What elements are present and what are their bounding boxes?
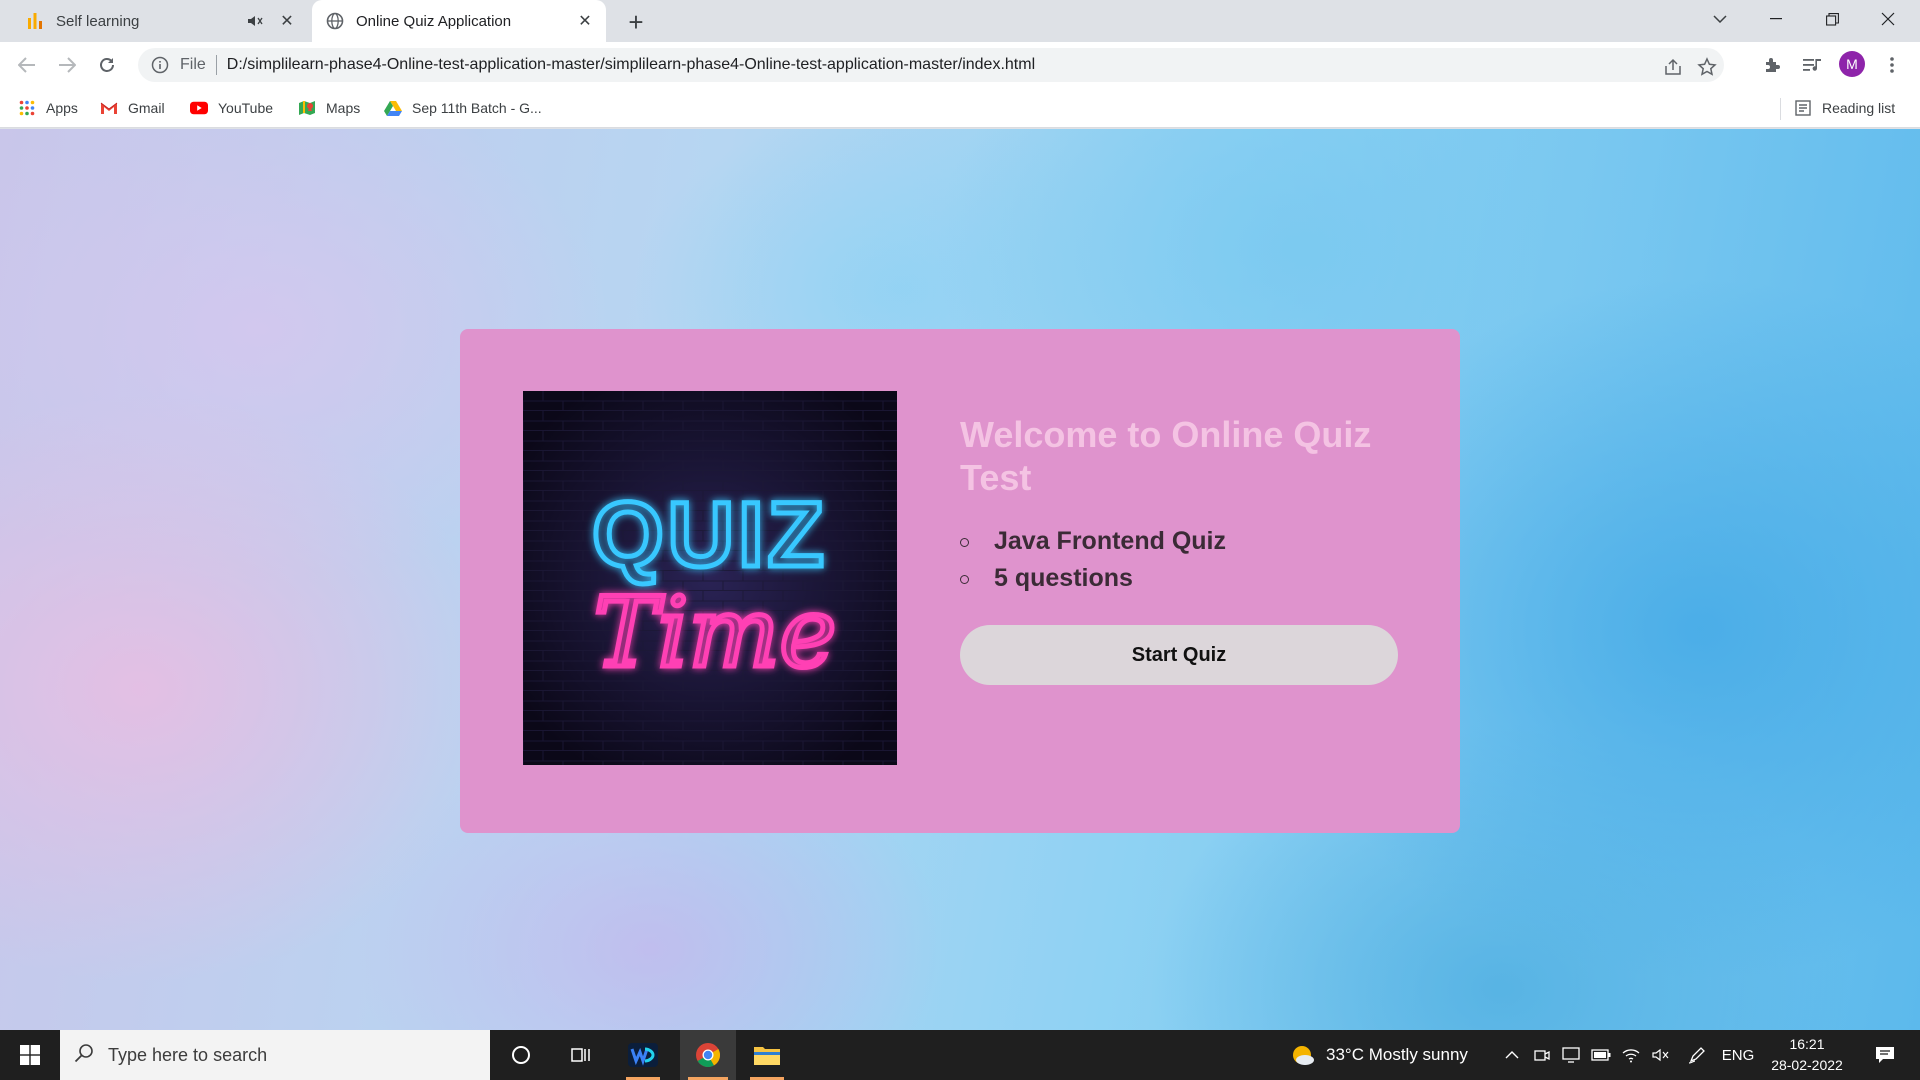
pen-ink-icon[interactable]: [1682, 1030, 1712, 1080]
close-tab-icon[interactable]: ✕: [276, 10, 298, 32]
bookmark-label: Maps: [326, 100, 361, 116]
site-info-icon[interactable]: [150, 55, 170, 75]
bookmark-star-icon[interactable]: [1694, 54, 1720, 80]
notifications-icon[interactable]: [1862, 1030, 1908, 1080]
welcome-card: QUIZ Time Welcome to Online Quiz Test Ja…: [460, 329, 1460, 833]
tab-search-chevron-icon[interactable]: [1692, 0, 1748, 38]
extensions-puzzle-icon[interactable]: [1757, 50, 1787, 80]
apps-grid-icon: [18, 99, 36, 117]
bookmark-youtube[interactable]: YouTube: [190, 97, 273, 119]
drive-icon: [384, 99, 402, 117]
quiz-info-item: Java Frontend Quiz: [960, 523, 1226, 560]
close-window-icon[interactable]: [1860, 0, 1916, 38]
close-tab-icon[interactable]: ✕: [574, 10, 596, 32]
cortana-icon[interactable]: [496, 1030, 546, 1080]
search-icon: [74, 1043, 94, 1068]
webex-app-icon[interactable]: [618, 1030, 668, 1080]
mute-tab-icon[interactable]: [244, 10, 266, 32]
question-count: 5 questions: [994, 564, 1133, 592]
windows-taskbar: Type here to search 33°C Mostly sunny EN…: [0, 1030, 1920, 1080]
tab-strip: Self learning ✕ Online Quiz Application …: [0, 0, 1920, 42]
tab-online-quiz[interactable]: Online Quiz Application ✕: [312, 0, 606, 42]
back-icon[interactable]: [12, 50, 42, 80]
maps-icon: [298, 99, 316, 117]
task-view-icon[interactable]: [556, 1030, 606, 1080]
search-placeholder: Type here to search: [108, 1044, 268, 1065]
language-indicator[interactable]: ENG: [1718, 1030, 1758, 1080]
more-menu-icon[interactable]: [1877, 50, 1907, 80]
weather-widget[interactable]: 33°C Mostly sunny: [1290, 1030, 1490, 1080]
clock-date: 28-02-2022: [1771, 1057, 1843, 1073]
reading-list-button[interactable]: Reading list: [1794, 97, 1895, 119]
reading-list-label: Reading list: [1822, 100, 1896, 116]
bookmark-apps[interactable]: Apps: [18, 97, 78, 119]
file-explorer-icon[interactable]: [742, 1030, 792, 1080]
tab-self-learning[interactable]: Self learning ✕: [14, 0, 308, 42]
url-scheme-label: File: [180, 56, 206, 73]
clock-time: 16:21: [1789, 1036, 1825, 1052]
gmail-icon: [100, 99, 118, 117]
bookmark-label: YouTube: [218, 100, 274, 116]
bookmark-label: Gmail: [128, 100, 165, 116]
globe-icon: [326, 12, 344, 30]
weather-text: 33°C Mostly sunny: [1326, 1045, 1468, 1064]
reading-list-icon: [1794, 99, 1812, 117]
profile-avatar[interactable]: M: [1839, 51, 1865, 77]
new-tab-plus-icon[interactable]: +: [622, 7, 650, 37]
youtube-icon: [190, 99, 208, 117]
browser-toolbar: File D:/simplilearn-phase4-Online-test-a…: [0, 42, 1920, 88]
reload-icon[interactable]: [92, 50, 122, 80]
bookmarks-divider: [1780, 98, 1781, 120]
tab-title: Online Quiz Application: [356, 12, 512, 30]
quiz-word: QUIZ: [592, 484, 828, 586]
windows-start-icon[interactable]: [0, 1030, 60, 1080]
minimize-icon[interactable]: [1748, 0, 1804, 38]
welcome-title: Welcome to Online Quiz Test: [960, 414, 1372, 498]
url-text[interactable]: D:/simplilearn-phase4-Online-test-applic…: [227, 56, 1035, 74]
taskbar-search-box[interactable]: Type here to search: [60, 1030, 490, 1080]
meet-now-icon[interactable]: [1530, 1030, 1554, 1080]
bookmark-label: Sep 11th Batch - G...: [412, 100, 542, 116]
time-word: Time: [594, 577, 837, 689]
media-queue-icon[interactable]: [1797, 50, 1827, 80]
show-hidden-icons-chevron-icon[interactable]: [1500, 1030, 1524, 1080]
quiz-info-list: Java Frontend Quiz 5 questions: [960, 523, 1226, 597]
tab-title: Self learning: [56, 12, 140, 30]
page-viewport: QUIZ Time Welcome to Online Quiz Test Ja…: [0, 129, 1920, 1030]
quiz-name: Java Frontend Quiz: [994, 527, 1226, 555]
forward-icon[interactable]: [52, 50, 82, 80]
url-divider: [215, 55, 217, 75]
language-text: ENG: [1721, 1046, 1755, 1064]
volume-muted-icon[interactable]: [1648, 1030, 1674, 1080]
restore-icon[interactable]: [1804, 0, 1860, 38]
chrome-app-icon[interactable]: [680, 1030, 736, 1080]
system-clock[interactable]: 16:21 28-02-2022: [1762, 1034, 1852, 1076]
start-quiz-button[interactable]: Start Quiz: [960, 625, 1398, 685]
bullet-icon: [960, 575, 969, 584]
analytics-icon: [26, 12, 44, 30]
wifi-icon[interactable]: [1618, 1030, 1644, 1080]
share-icon[interactable]: [1660, 54, 1686, 80]
sun-cloud-icon: [1290, 1043, 1316, 1067]
battery-icon[interactable]: [1588, 1030, 1614, 1080]
display-icon[interactable]: [1558, 1030, 1584, 1080]
quiz-time-neon-image: QUIZ Time: [523, 391, 897, 765]
bookmark-maps[interactable]: Maps: [298, 97, 360, 119]
bookmarks-bar: Apps Gmail YouTube Maps Sep 11th Batch -…: [0, 88, 1920, 128]
address-bar[interactable]: File D:/simplilearn-phase4-Online-test-a…: [138, 48, 1724, 82]
bookmark-label: Apps: [46, 100, 78, 116]
bookmark-sep-11th-batch[interactable]: Sep 11th Batch - G...: [384, 97, 542, 119]
quiz-info-item: 5 questions: [960, 560, 1226, 597]
bullet-icon: [960, 538, 969, 547]
bookmark-gmail[interactable]: Gmail: [100, 97, 165, 119]
